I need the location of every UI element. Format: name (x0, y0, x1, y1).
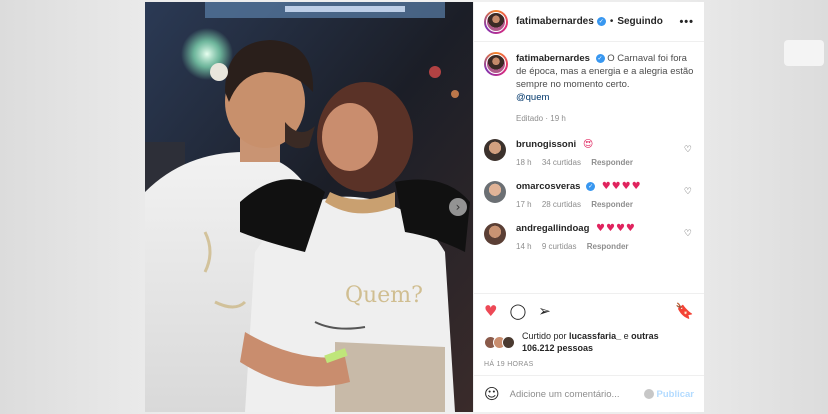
more-options-icon[interactable]: ••• (679, 16, 694, 28)
publish-button[interactable]: Publicar (643, 388, 695, 400)
liker-avatars[interactable] (484, 335, 518, 349)
photo-illustration: Quem? (145, 2, 473, 412)
separator-dot: • (609, 16, 614, 27)
liked-by-and: e (623, 331, 629, 341)
comment-like-heart-icon[interactable]: ♡ (684, 229, 692, 239)
comment-username[interactable]: omarcosveras (516, 181, 580, 192)
liked-by-prefix: Curtido por (522, 331, 567, 341)
comment-time: 14 h (516, 242, 532, 251)
caption-username[interactable]: fatimabernardes (516, 53, 590, 64)
post-time-ago[interactable]: HÁ 19 HORAS (484, 361, 694, 368)
comments-scroll[interactable]: fatimabernardes ✓ O Carnaval foi fora de… (474, 42, 704, 293)
reply-button[interactable]: Responder (591, 200, 633, 209)
post-sidebar: fatimabernardes ✓ • Seguindo ••• fatimab… (473, 2, 704, 412)
next-photo-button[interactable]: › (449, 198, 467, 216)
comment-time: 17 h (516, 200, 532, 209)
comment-like-heart-icon[interactable]: ♡ (684, 145, 692, 155)
post-header: fatimabernardes ✓ • Seguindo ••• (474, 2, 704, 42)
comment-likes[interactable]: 28 curtidas (542, 200, 581, 209)
post-actions: ♥ ◯ ➢ 🔖 Curtido por lucassfaria_ e outra… (474, 293, 704, 375)
caption-avatar[interactable] (484, 52, 508, 76)
commenter-avatar[interactable] (484, 139, 506, 161)
comment-likes[interactable]: 9 curtidas (542, 242, 577, 251)
post-modal: Quem? › fatimabernardes ✓ • Seguindo •••… (145, 2, 704, 412)
post-caption: fatimabernardes ✓ O Carnaval foi fora de… (484, 52, 694, 125)
comment-username[interactable]: brunogissoni (516, 139, 576, 150)
comment-time: 18 h (516, 158, 532, 167)
emoji-picker-icon[interactable]: ☺ (484, 385, 500, 403)
comment-like-heart-icon[interactable]: ♡ (684, 187, 692, 197)
likes-summary: Curtido por lucassfaria_ e outras 106.21… (484, 330, 694, 354)
author-avatar[interactable] (484, 9, 508, 34)
comment-item: andregallindoag ♥♥♥♥ 14 h 9 curtidas Res… (484, 223, 694, 251)
caption-mention-link[interactable]: @quem (516, 91, 694, 104)
comment-composer: ☺ Adicione um comentário... Publicar (474, 375, 704, 412)
comment-text: ♥♥♥♥ (601, 181, 642, 192)
publish-badge-icon (643, 389, 654, 399)
commenter-avatar[interactable] (484, 223, 506, 245)
verified-badge-icon: ✓ (596, 17, 606, 26)
share-plane-icon[interactable]: ➢ (538, 303, 551, 319)
publish-label: Publicar (656, 388, 695, 400)
comment-text: 😍 (582, 139, 595, 150)
comment-bubble-icon[interactable]: ◯ (509, 303, 526, 319)
edited-time: 19 h (550, 114, 566, 123)
caption-meta: Editado · 19 h (516, 112, 694, 125)
author-username[interactable]: fatimabernardes (516, 16, 594, 27)
comment-item: brunogissoni 😍 18 h 34 curtidas Responde… (484, 139, 694, 167)
action-icons: ♥ ◯ ➢ 🔖 (484, 300, 694, 322)
edited-dot: · (545, 114, 549, 123)
following-button[interactable]: Seguindo (617, 16, 663, 27)
comment-input[interactable]: Adicione um comentário... (510, 389, 644, 400)
like-heart-icon[interactable]: ♥ (484, 303, 497, 319)
chevron-right-icon: › (455, 200, 461, 214)
comment-likes[interactable]: 34 curtidas (542, 158, 581, 167)
edited-label: Editado (516, 114, 544, 123)
verified-badge-icon: ✓ (586, 181, 596, 191)
liked-by-user-link[interactable]: lucassfaria_ (569, 331, 621, 341)
reply-button[interactable]: Responder (587, 242, 629, 251)
comment-item: omarcosveras ✓ ♥♥♥♥ 17 h 28 curtidas Res… (484, 181, 694, 209)
verified-badge-icon: ✓ (595, 53, 605, 63)
post-photo[interactable]: Quem? › (145, 2, 473, 412)
comment-text: ♥♥♥♥ (596, 223, 636, 234)
svg-text:Quem?: Quem? (345, 283, 423, 308)
background-widget (784, 40, 824, 66)
save-bookmark-icon[interactable]: 🔖 (675, 303, 694, 319)
comment-username[interactable]: andregallindoag (516, 223, 589, 234)
reply-button[interactable]: Responder (591, 158, 633, 167)
commenter-avatar[interactable] (484, 181, 506, 203)
